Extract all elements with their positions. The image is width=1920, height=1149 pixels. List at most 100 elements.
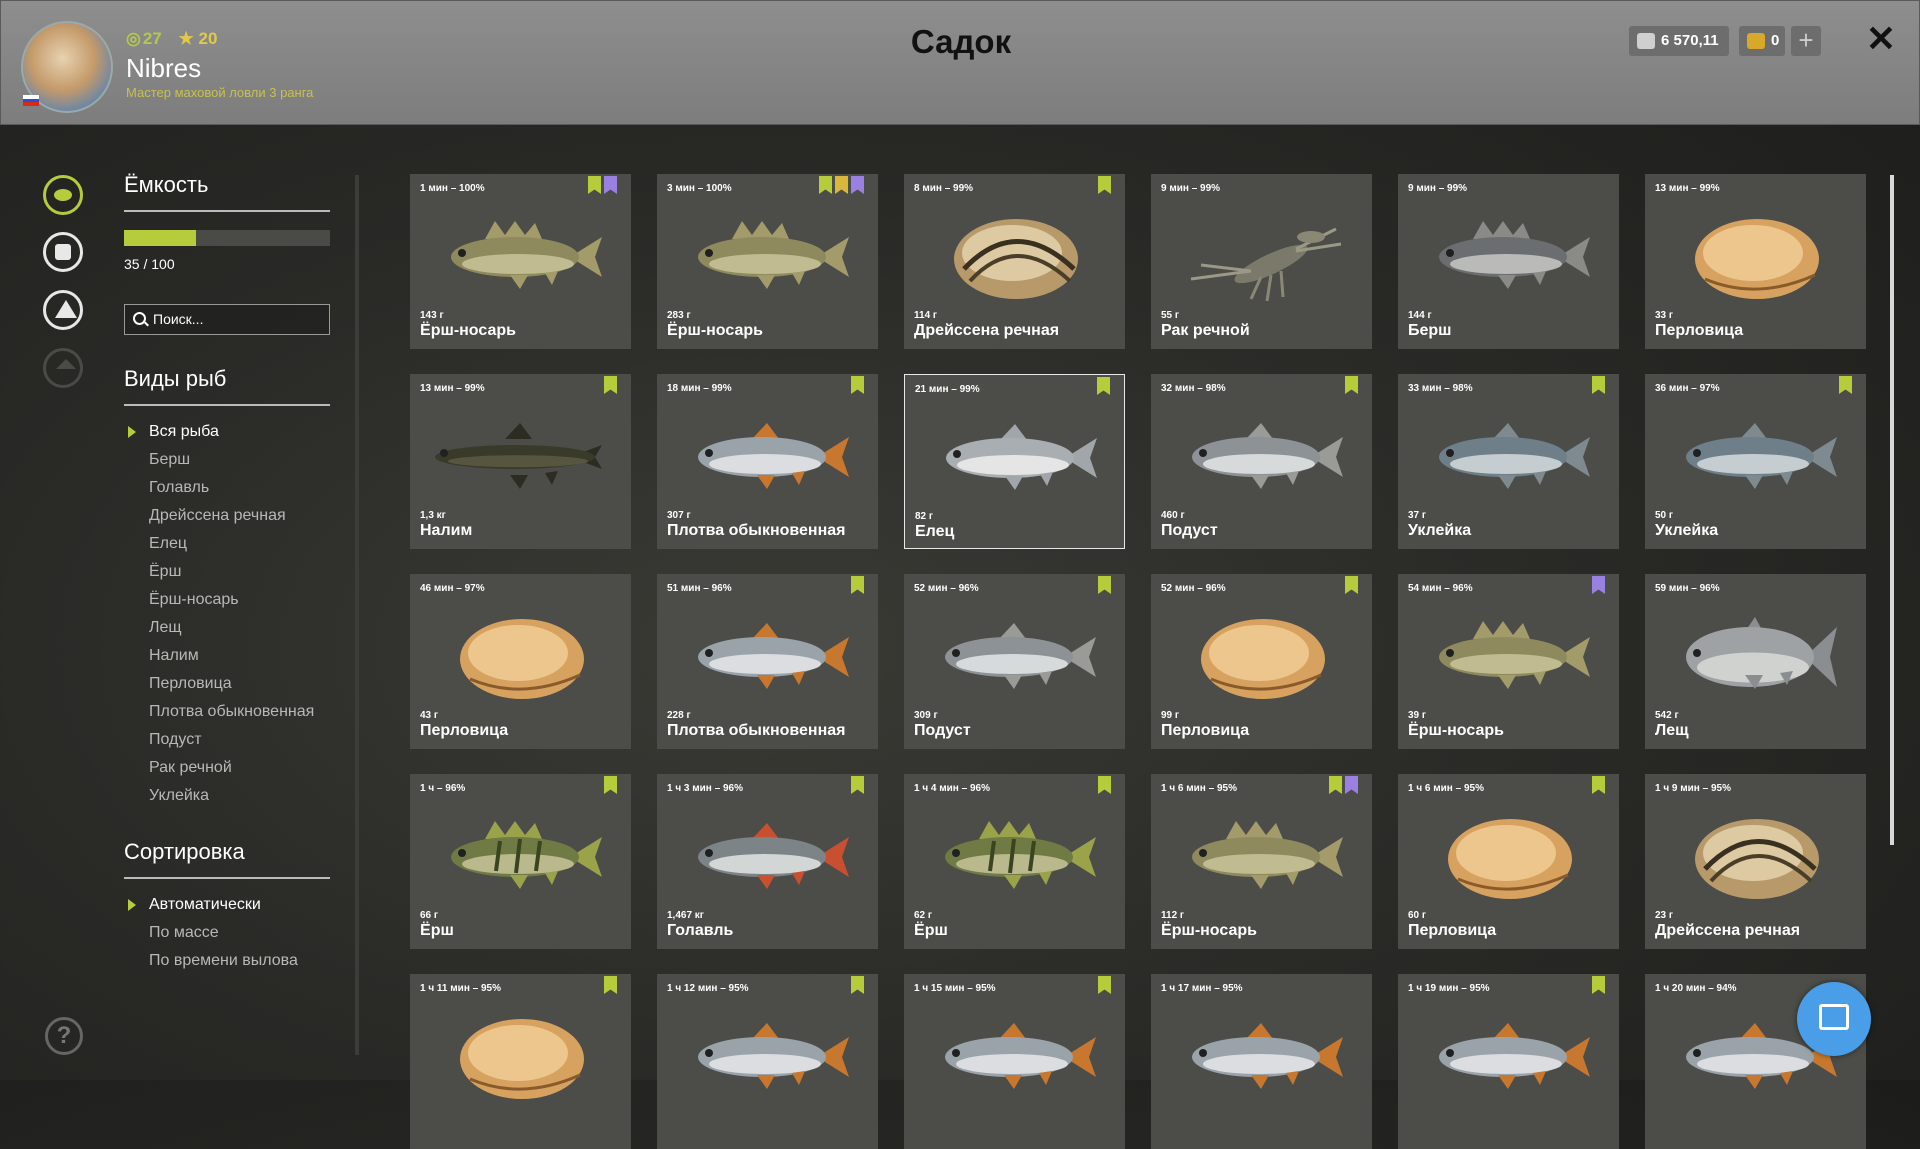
catch-weight: 33 г: [1655, 310, 1674, 321]
catch-name: Плотва обыкновенная: [667, 722, 846, 739]
catch-card[interactable]: 51 мин – 96% 228 г Плотва обыкновенная: [657, 574, 878, 749]
catch-card[interactable]: 3 мин – 100% 283 г Ёрш-носарь: [657, 174, 878, 349]
catch-name: Перловица: [1408, 922, 1497, 939]
catch-card[interactable]: 13 мин – 99% 33 г Перловица: [1645, 174, 1866, 349]
catch-card[interactable]: 1 ч 11 мин – 95%: [410, 974, 631, 1149]
home-icon: [43, 348, 83, 388]
catch-time: 52 мин – 96%: [1161, 583, 1226, 594]
catch-card[interactable]: 1 ч 3 мин – 96% 1,467 кг Голавль: [657, 774, 878, 949]
mussel-image: [954, 219, 1078, 299]
gold-coin-icon: [1747, 33, 1765, 49]
catch-time: 1 ч – 96%: [420, 783, 466, 794]
nase-image: [1192, 423, 1343, 489]
catch-card[interactable]: 33 мин – 98% 37 г Уклейка: [1398, 374, 1619, 549]
species-filter-item[interactable]: Рак речной: [124, 754, 314, 782]
species-filter-item[interactable]: Ёрш-носарь: [124, 586, 314, 614]
species-filter-item[interactable]: Перловица: [124, 670, 314, 698]
catch-card[interactable]: 1 ч 15 мин – 95%: [904, 974, 1125, 1149]
catch-time: 33 мин – 98%: [1408, 383, 1473, 394]
sort-option-item[interactable]: По времени вылова: [124, 947, 298, 975]
species-filter-item[interactable]: Ёрш: [124, 558, 314, 586]
species-filter-item[interactable]: Подуст: [124, 726, 314, 754]
catch-card[interactable]: 1 ч 17 мин – 95%: [1151, 974, 1372, 1149]
catch-card[interactable]: 21 мин – 99% 82 г Елец: [904, 374, 1125, 549]
capacity-section: Ёмкость: [124, 172, 330, 212]
species-filter-item[interactable]: Вся рыба: [124, 418, 314, 446]
species-title: Виды рыб: [124, 366, 330, 406]
catch-card[interactable]: 18 мин – 99% 307 г Плотва обыкновенная: [657, 374, 878, 549]
catch-card[interactable]: 32 мин – 98% 460 г Подуст: [1151, 374, 1372, 549]
green-bookmark-icon: [604, 376, 617, 394]
catch-name: Ёрш-носарь: [420, 322, 516, 339]
sort-options-list: Автоматически По массе По времени вылова: [124, 891, 298, 975]
keepnet-fish-icon[interactable]: [43, 175, 83, 215]
catch-weight: 23 г: [1655, 910, 1674, 921]
catch-card[interactable]: 59 мин – 96% 542 г Лещ: [1645, 574, 1866, 749]
capacity-bar-fill: [124, 230, 197, 246]
catch-weight: 309 г: [914, 710, 938, 721]
badge-group: [604, 376, 617, 394]
catch-card[interactable]: 8 мин – 99% 114 г Дрейссена речная: [904, 174, 1125, 349]
species-filter-item[interactable]: Лещ: [124, 614, 314, 642]
catch-card[interactable]: 36 мин – 97% 50 г Уклейка: [1645, 374, 1866, 549]
catch-card[interactable]: 1 ч 6 мин – 95% 60 г Перловица: [1398, 774, 1619, 949]
catch-time: 1 ч 3 мин – 96%: [667, 783, 743, 794]
catch-card[interactable]: 1 ч 12 мин – 95%: [657, 974, 878, 1149]
catch-card[interactable]: 1 ч 19 мин – 95%: [1398, 974, 1619, 1149]
scrollbar-thumb[interactable]: [1890, 175, 1894, 845]
help-icon[interactable]: ?: [45, 1017, 83, 1055]
catch-weight: 112 г: [1161, 910, 1185, 921]
green-bookmark-icon: [1098, 576, 1111, 594]
catch-card[interactable]: 54 мин – 96% 39 г Ёрш-носарь: [1398, 574, 1619, 749]
russia-flag-icon: [23, 95, 39, 106]
top-bar: ◎ 27 ★ 20 Nibres Мастер маховой ловли 3 р…: [0, 0, 1920, 125]
ruffe-image: [698, 221, 849, 289]
sort-option-item[interactable]: Автоматически: [124, 891, 298, 919]
catch-card[interactable]: 1 ч 6 мин – 95% 112 г Ёрш-носарь: [1151, 774, 1372, 949]
catch-card[interactable]: 1 ч 9 мин – 95% 23 г Дрейссена речная: [1645, 774, 1866, 949]
catch-card[interactable]: 9 мин – 99% 55 г Рак речной: [1151, 174, 1372, 349]
catch-name: Дрейссена речная: [1655, 922, 1801, 939]
close-icon[interactable]: ✕: [1863, 21, 1899, 57]
green-bookmark-icon: [1345, 576, 1358, 594]
mussel-image: [1695, 819, 1819, 899]
catch-time: 18 мин – 99%: [667, 383, 732, 394]
species-filter-item[interactable]: Елец: [124, 530, 314, 558]
catch-card[interactable]: 52 мин – 96% 309 г Подуст: [904, 574, 1125, 749]
sort-option-item[interactable]: По массе: [124, 919, 298, 947]
add-gold-button[interactable]: +: [1791, 26, 1821, 56]
catch-name: Налим: [420, 522, 473, 539]
species-filter-item[interactable]: Дрейссена речная: [124, 502, 314, 530]
species-filter-item[interactable]: Плотва обыкновенная: [124, 698, 314, 726]
catch-card[interactable]: 9 мин – 99% 144 г Берш: [1398, 174, 1619, 349]
catch-card[interactable]: 1 мин – 100% 143 г Ёрш-носарь: [410, 174, 631, 349]
species-filter-item[interactable]: Голавль: [124, 474, 314, 502]
catch-card[interactable]: 1 ч 4 мин – 96% 62 г Ёрш: [904, 774, 1125, 949]
species-filter-item[interactable]: Налим: [124, 642, 314, 670]
green-bookmark-icon: [1592, 776, 1605, 794]
species-filter-item[interactable]: Уклейка: [124, 782, 314, 810]
cursor-mode-button[interactable]: [1797, 982, 1871, 1056]
catch-weight: 307 г: [667, 510, 691, 521]
green-bookmark-icon: [1345, 376, 1358, 394]
catch-card[interactable]: 46 мин – 97% 43 г Перловица: [410, 574, 631, 749]
species-section: Виды рыб: [124, 366, 330, 406]
species-filter-item[interactable]: Берш: [124, 446, 314, 474]
catch-time: 1 ч 6 мин – 95%: [1161, 783, 1237, 794]
tackle-box-icon[interactable]: [43, 232, 83, 272]
catch-weight: 55 г: [1161, 310, 1180, 321]
catch-card[interactable]: 52 мин – 96% 99 г Перловица: [1151, 574, 1372, 749]
badge-group: [851, 776, 864, 794]
catch-card[interactable]: 13 мин – 99% 1,3 кг Налим: [410, 374, 631, 549]
roach-image: [945, 1023, 1096, 1089]
roach-image: [698, 1023, 849, 1089]
crayfish-image: [1190, 227, 1342, 302]
badge-group: [1098, 776, 1111, 794]
green-bookmark-icon: [1097, 377, 1110, 395]
search-input[interactable]: Поиск...: [124, 304, 330, 335]
catch-weight: 99 г: [1161, 710, 1180, 721]
camp-icon[interactable]: [43, 290, 83, 330]
catch-weight: 542 г: [1655, 710, 1679, 721]
catch-time: 54 мин – 96%: [1408, 583, 1473, 594]
catch-card[interactable]: 1 ч – 96% 66 г Ёрш: [410, 774, 631, 949]
